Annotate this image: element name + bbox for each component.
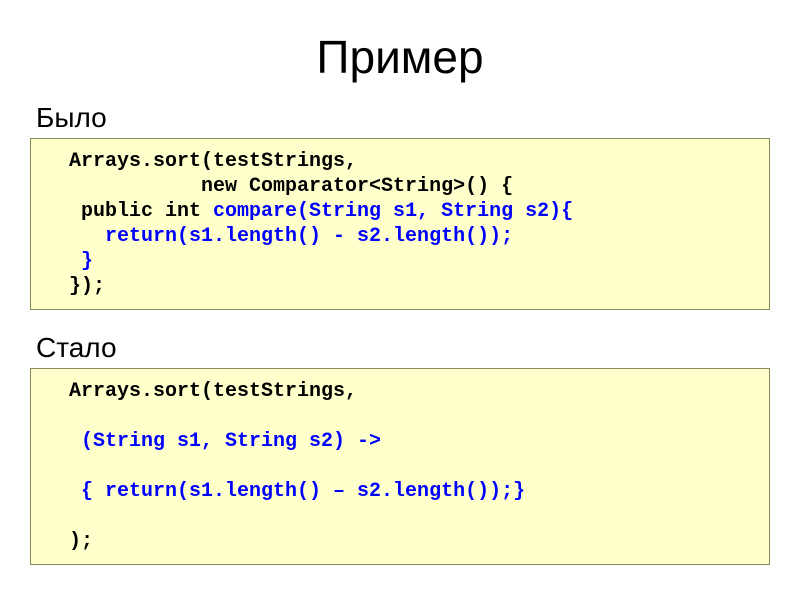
code-line: } [45,250,93,273]
code-line: return(s1.length() - s2.length()); [45,225,513,248]
code-block-before: Arrays.sort(testStrings, new Comparator<… [30,138,770,310]
slide-title: Пример [30,30,770,84]
section-after-label: Стало [36,332,770,364]
code-line: Arrays.sort(testStrings, [45,150,369,173]
code-line: compare(String s1, String s2){ [213,200,573,223]
code-line: (String s1, String s2) -> [45,430,393,453]
code-line: Arrays.sort(testStrings, [45,380,357,403]
code-line: new Comparator<String>() { [45,175,513,198]
code-line: }); [45,275,105,298]
slide: Пример Было Arrays.sort(testStrings, new… [0,0,800,600]
code-line: public int [45,200,213,223]
code-block-after: Arrays.sort(testStrings, (String s1, Str… [30,368,770,565]
code-line: ); [45,530,93,553]
section-before-label: Было [36,102,770,134]
code-line: { return(s1.length() – s2.length());} [45,480,525,503]
